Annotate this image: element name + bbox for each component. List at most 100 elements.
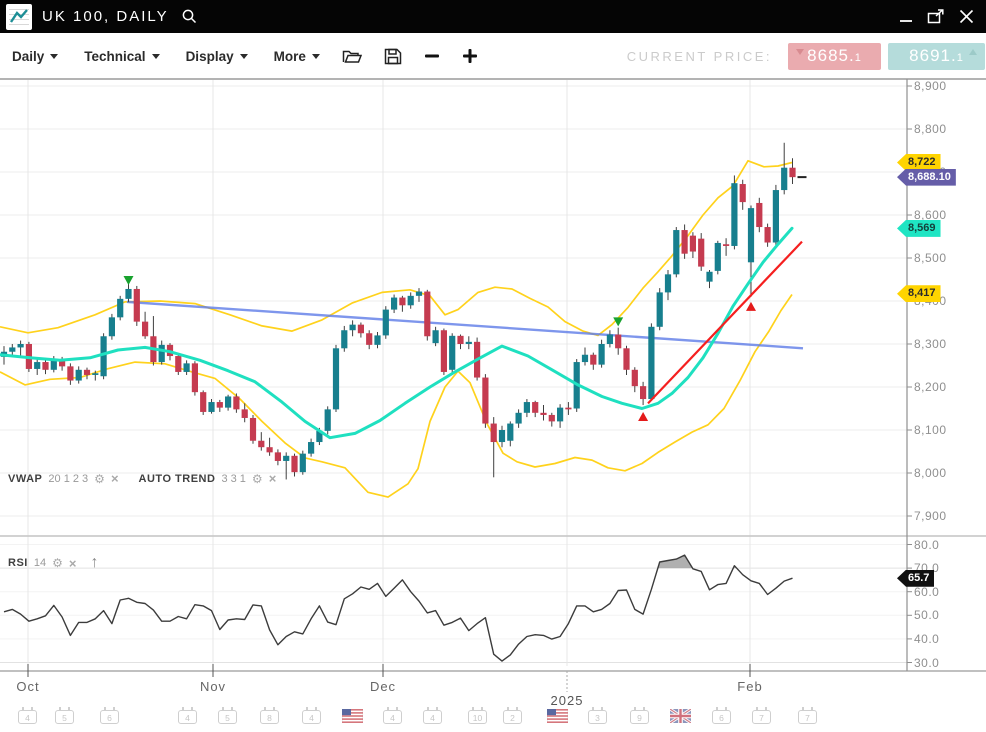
candle-body [516,413,522,424]
rsi-axis-label: 50.0 [914,608,939,622]
candle-body [540,413,546,415]
candle-body [706,272,712,282]
calendar-day-icon[interactable]: 4 [423,710,442,724]
calendar-day-icon[interactable]: 4 [383,710,402,724]
move-panel-up-icon[interactable]: ↑ [90,554,98,572]
candle-body [300,454,306,472]
month-label: Nov [183,679,243,694]
candle-body [125,289,131,299]
candle-body [76,370,82,381]
candle-body [582,355,588,362]
calendar-day-icon[interactable]: 10 [468,710,487,724]
rsi-line [4,555,793,661]
rsi-remove-icon[interactable]: × [69,556,77,571]
autotrend-legend-name: AUTO TREND [139,473,216,485]
candle-body [491,424,497,442]
candle-body [532,402,538,413]
candle-body [549,415,555,421]
candle-body [457,336,463,344]
candle-body [192,363,198,392]
rsi-axis-label: 40.0 [914,632,939,646]
calendar-day-icon[interactable]: 7 [752,710,771,724]
candle-body [657,292,663,326]
candle-body [449,336,455,370]
candle-body [557,408,563,422]
lower-band-price-tag: 8,417 [897,285,941,302]
calendar-day-icon[interactable]: 7 [798,710,817,724]
autotrend-remove-icon[interactable]: × [269,471,277,486]
upper-band-price-tag: 8,722 [897,154,941,171]
candle-body [499,430,505,442]
autotrend-settings-gear-icon[interactable]: ⚙ [252,472,263,486]
chart-canvas[interactable] [0,0,986,732]
candle-body [623,348,629,370]
candle-body [789,168,795,177]
candle-body [333,348,339,409]
candle-body [18,344,24,347]
candle-body [482,378,488,424]
candle-body [748,208,754,262]
price-axis-label: 8,200 [914,380,947,394]
trendline-resistance[interactable] [127,302,803,348]
calendar-day-icon[interactable]: 4 [302,710,321,724]
candle-body [565,408,571,410]
sell-signal-icon [124,276,134,285]
rsi-axis-label: 60.0 [914,585,939,599]
candle-body [308,442,314,454]
calendar-day-icon[interactable]: 6 [100,710,119,724]
calendar-flag-uk-icon[interactable] [670,709,691,728]
candle-body [242,409,248,418]
candle-body [341,330,347,348]
candle-body [690,236,696,252]
candle-body [756,203,762,227]
vwap-remove-icon[interactable]: × [111,471,119,486]
candle-body [673,230,679,274]
rsi-settings-gear-icon[interactable]: ⚙ [52,556,63,570]
candle-body [291,456,297,472]
rsi-legend-row: RSI 14 ⚙ × ↑ [8,554,98,572]
candle-body [233,396,239,409]
candle-body [258,441,264,447]
calendar-day-icon[interactable]: 9 [630,710,649,724]
rsi-axis-label: 30.0 [914,656,939,670]
candle-body [159,345,165,362]
candle-body [109,317,115,336]
calendar-day-icon[interactable]: 5 [55,710,74,724]
candle-body [225,396,231,407]
candle-body [391,298,397,310]
calendar-day-icon[interactable]: 4 [18,710,37,724]
candle-body [441,330,447,372]
rsi-axis-label: 80.0 [914,538,939,552]
calendar-flag-us-icon[interactable] [342,709,363,728]
price-axis-label: 7,900 [914,509,947,523]
calendar-day-icon[interactable]: 2 [503,710,522,724]
candle-body [507,424,513,441]
candle-body [374,335,380,344]
calendar-day-icon[interactable]: 4 [178,710,197,724]
candle-body [84,370,90,375]
calendar-flag-us-icon[interactable] [547,709,568,728]
vwap-settings-gear-icon[interactable]: ⚙ [94,472,105,486]
month-label: Dec [353,679,413,694]
candle-body [524,402,530,413]
year-label: 2025 [537,693,597,708]
month-label: Feb [720,679,780,694]
candle-body [765,227,771,242]
candle-body [208,402,214,412]
candle-body [781,168,787,190]
candle-body [275,452,281,461]
candle-body [250,418,256,441]
vwap-legend-name: VWAP [8,473,42,485]
rsi-legend-params: 14 [34,557,46,569]
calendar-day-icon[interactable]: 3 [588,710,607,724]
candle-body [416,292,422,296]
calendar-day-icon[interactable]: 8 [260,710,279,724]
calendar-day-icon[interactable]: 5 [218,710,237,724]
trendline-support[interactable] [648,242,802,404]
candle-body [175,356,181,372]
candle-body [92,373,98,375]
candle-body [34,362,40,369]
calendar-day-icon[interactable]: 6 [712,710,731,724]
candle-body [599,344,605,365]
candle-body [682,230,688,254]
